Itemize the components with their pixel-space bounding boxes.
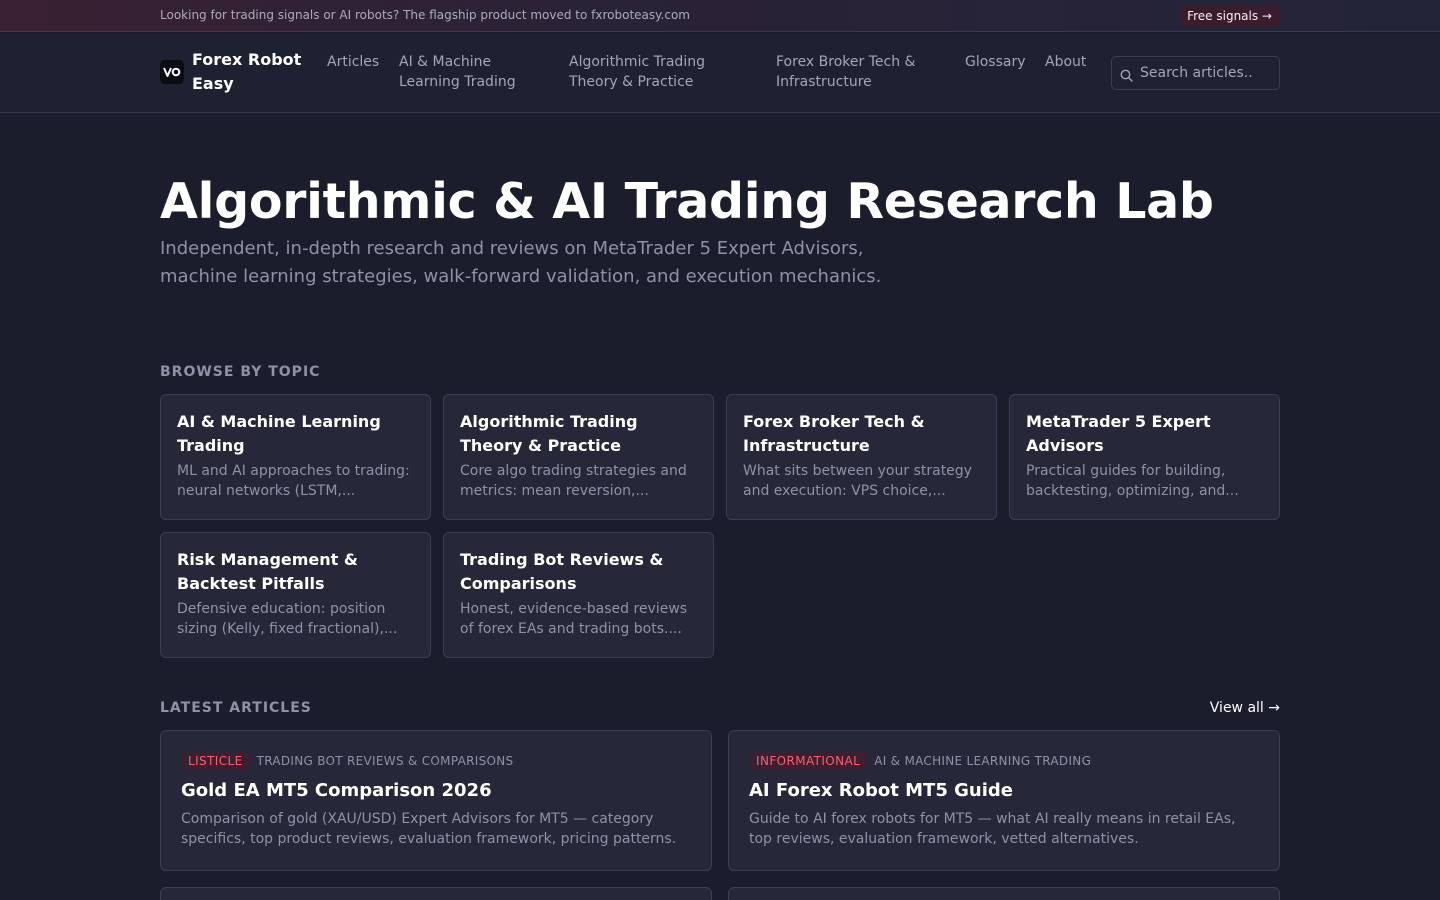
article-title: Gold EA MT5 Comparison 2026 xyxy=(181,780,492,801)
nav-articles[interactable]: Articles xyxy=(327,52,391,72)
search-box[interactable] xyxy=(1111,56,1280,90)
article-card-partial[interactable] xyxy=(728,887,1280,900)
topic-description: Practical guides for building, backtesti… xyxy=(1026,463,1239,499)
topic-title: Forex Broker Tech & Infrastructure xyxy=(743,412,925,455)
topic-description: What sits between your strategy and exec… xyxy=(743,463,972,499)
topic-title: Risk Management & Backtest Pitfalls xyxy=(177,550,358,593)
topic-title: MetaTrader 5 Expert Advisors xyxy=(1026,412,1211,455)
article-type-badge: INFORMATIONAL xyxy=(750,752,867,770)
topic-card-ai-ml[interactable]: AI & Machine Learning Trading ML and AI … xyxy=(160,394,431,520)
article-title: AI Forex Robot MT5 Guide xyxy=(749,780,1013,801)
browse-topics-heading: BROWSE BY TOPIC xyxy=(160,364,321,380)
nav-broker-tech[interactable]: Forex Broker Tech & Infrastructure xyxy=(776,52,946,92)
topic-description: ML and AI approaches to trading: neural … xyxy=(177,463,410,499)
topic-card-mt5-eas[interactable]: MetaTrader 5 Expert Advisors Practical g… xyxy=(1009,394,1280,520)
article-type-badge: LISTICLE xyxy=(182,752,249,770)
topic-card-broker-tech[interactable]: Forex Broker Tech & Infrastructure What … xyxy=(726,394,997,520)
page-subtitle: Independent, in-depth research and revie… xyxy=(160,238,882,287)
nav-algo-trading[interactable]: Algorithmic Trading Theory & Practice xyxy=(569,52,755,92)
nav-glossary[interactable]: Glossary xyxy=(965,52,1035,72)
search-icon xyxy=(1120,67,1133,86)
fre-logo-icon[interactable] xyxy=(160,60,184,84)
nav-about[interactable]: About xyxy=(1045,52,1095,72)
topic-title: AI & Machine Learning Trading xyxy=(177,412,381,455)
article-category: AI & MACHINE LEARNING TRADING xyxy=(874,754,1092,768)
article-description: Guide to AI forex robots for MT5 — what … xyxy=(749,811,1236,847)
view-all-link[interactable]: View all → xyxy=(1210,700,1280,716)
topic-description: Honest, evidence-based reviews of forex … xyxy=(460,601,688,637)
topic-card-bot-reviews[interactable]: Trading Bot Reviews & Comparisons Honest… xyxy=(443,532,714,658)
topic-description: Core algo trading strategies and metrics… xyxy=(460,463,687,499)
search-input[interactable] xyxy=(1140,57,1276,89)
nav-ai-ml-trading[interactable]: AI & Machine Learning Trading xyxy=(399,52,549,92)
article-card-ai-forex-robot[interactable]: INFORMATIONAL AI & MACHINE LEARNING TRAD… xyxy=(728,730,1280,871)
topic-title: Algorithmic Trading Theory & Practice xyxy=(460,412,638,455)
free-signals-button[interactable]: Free signals → xyxy=(1179,6,1280,26)
article-card-partial[interactable] xyxy=(160,887,712,900)
topic-title: Trading Bot Reviews & Comparisons xyxy=(460,550,664,593)
article-description: Comparison of gold (XAU/USD) Expert Advi… xyxy=(181,811,677,847)
promo-bar: Looking for trading signals or AI robots… xyxy=(0,0,1440,32)
page-title: Algorithmic & AI Trading Research Lab xyxy=(160,173,1214,230)
site-header: Forex Robot Easy Articles AI & Machine L… xyxy=(0,33,1440,113)
latest-articles-heading: LATEST ARTICLES xyxy=(160,700,312,716)
topic-card-risk-management[interactable]: Risk Management & Backtest Pitfalls Defe… xyxy=(160,532,431,658)
article-meta: INFORMATIONAL AI & MACHINE LEARNING TRAD… xyxy=(749,751,1259,771)
promo-text: Looking for trading signals or AI robots… xyxy=(160,8,690,22)
article-category: TRADING BOT REVIEWS & COMPARISONS xyxy=(256,754,514,768)
article-card-gold-ea[interactable]: LISTICLE TRADING BOT REVIEWS & COMPARISO… xyxy=(160,730,712,871)
topic-description: Defensive education: position sizing (Ke… xyxy=(177,601,398,637)
article-meta: LISTICLE TRADING BOT REVIEWS & COMPARISO… xyxy=(181,751,691,771)
topic-card-algo-trading[interactable]: Algorithmic Trading Theory & Practice Co… xyxy=(443,394,714,520)
brand-name[interactable]: Forex Robot Easy xyxy=(192,48,312,96)
